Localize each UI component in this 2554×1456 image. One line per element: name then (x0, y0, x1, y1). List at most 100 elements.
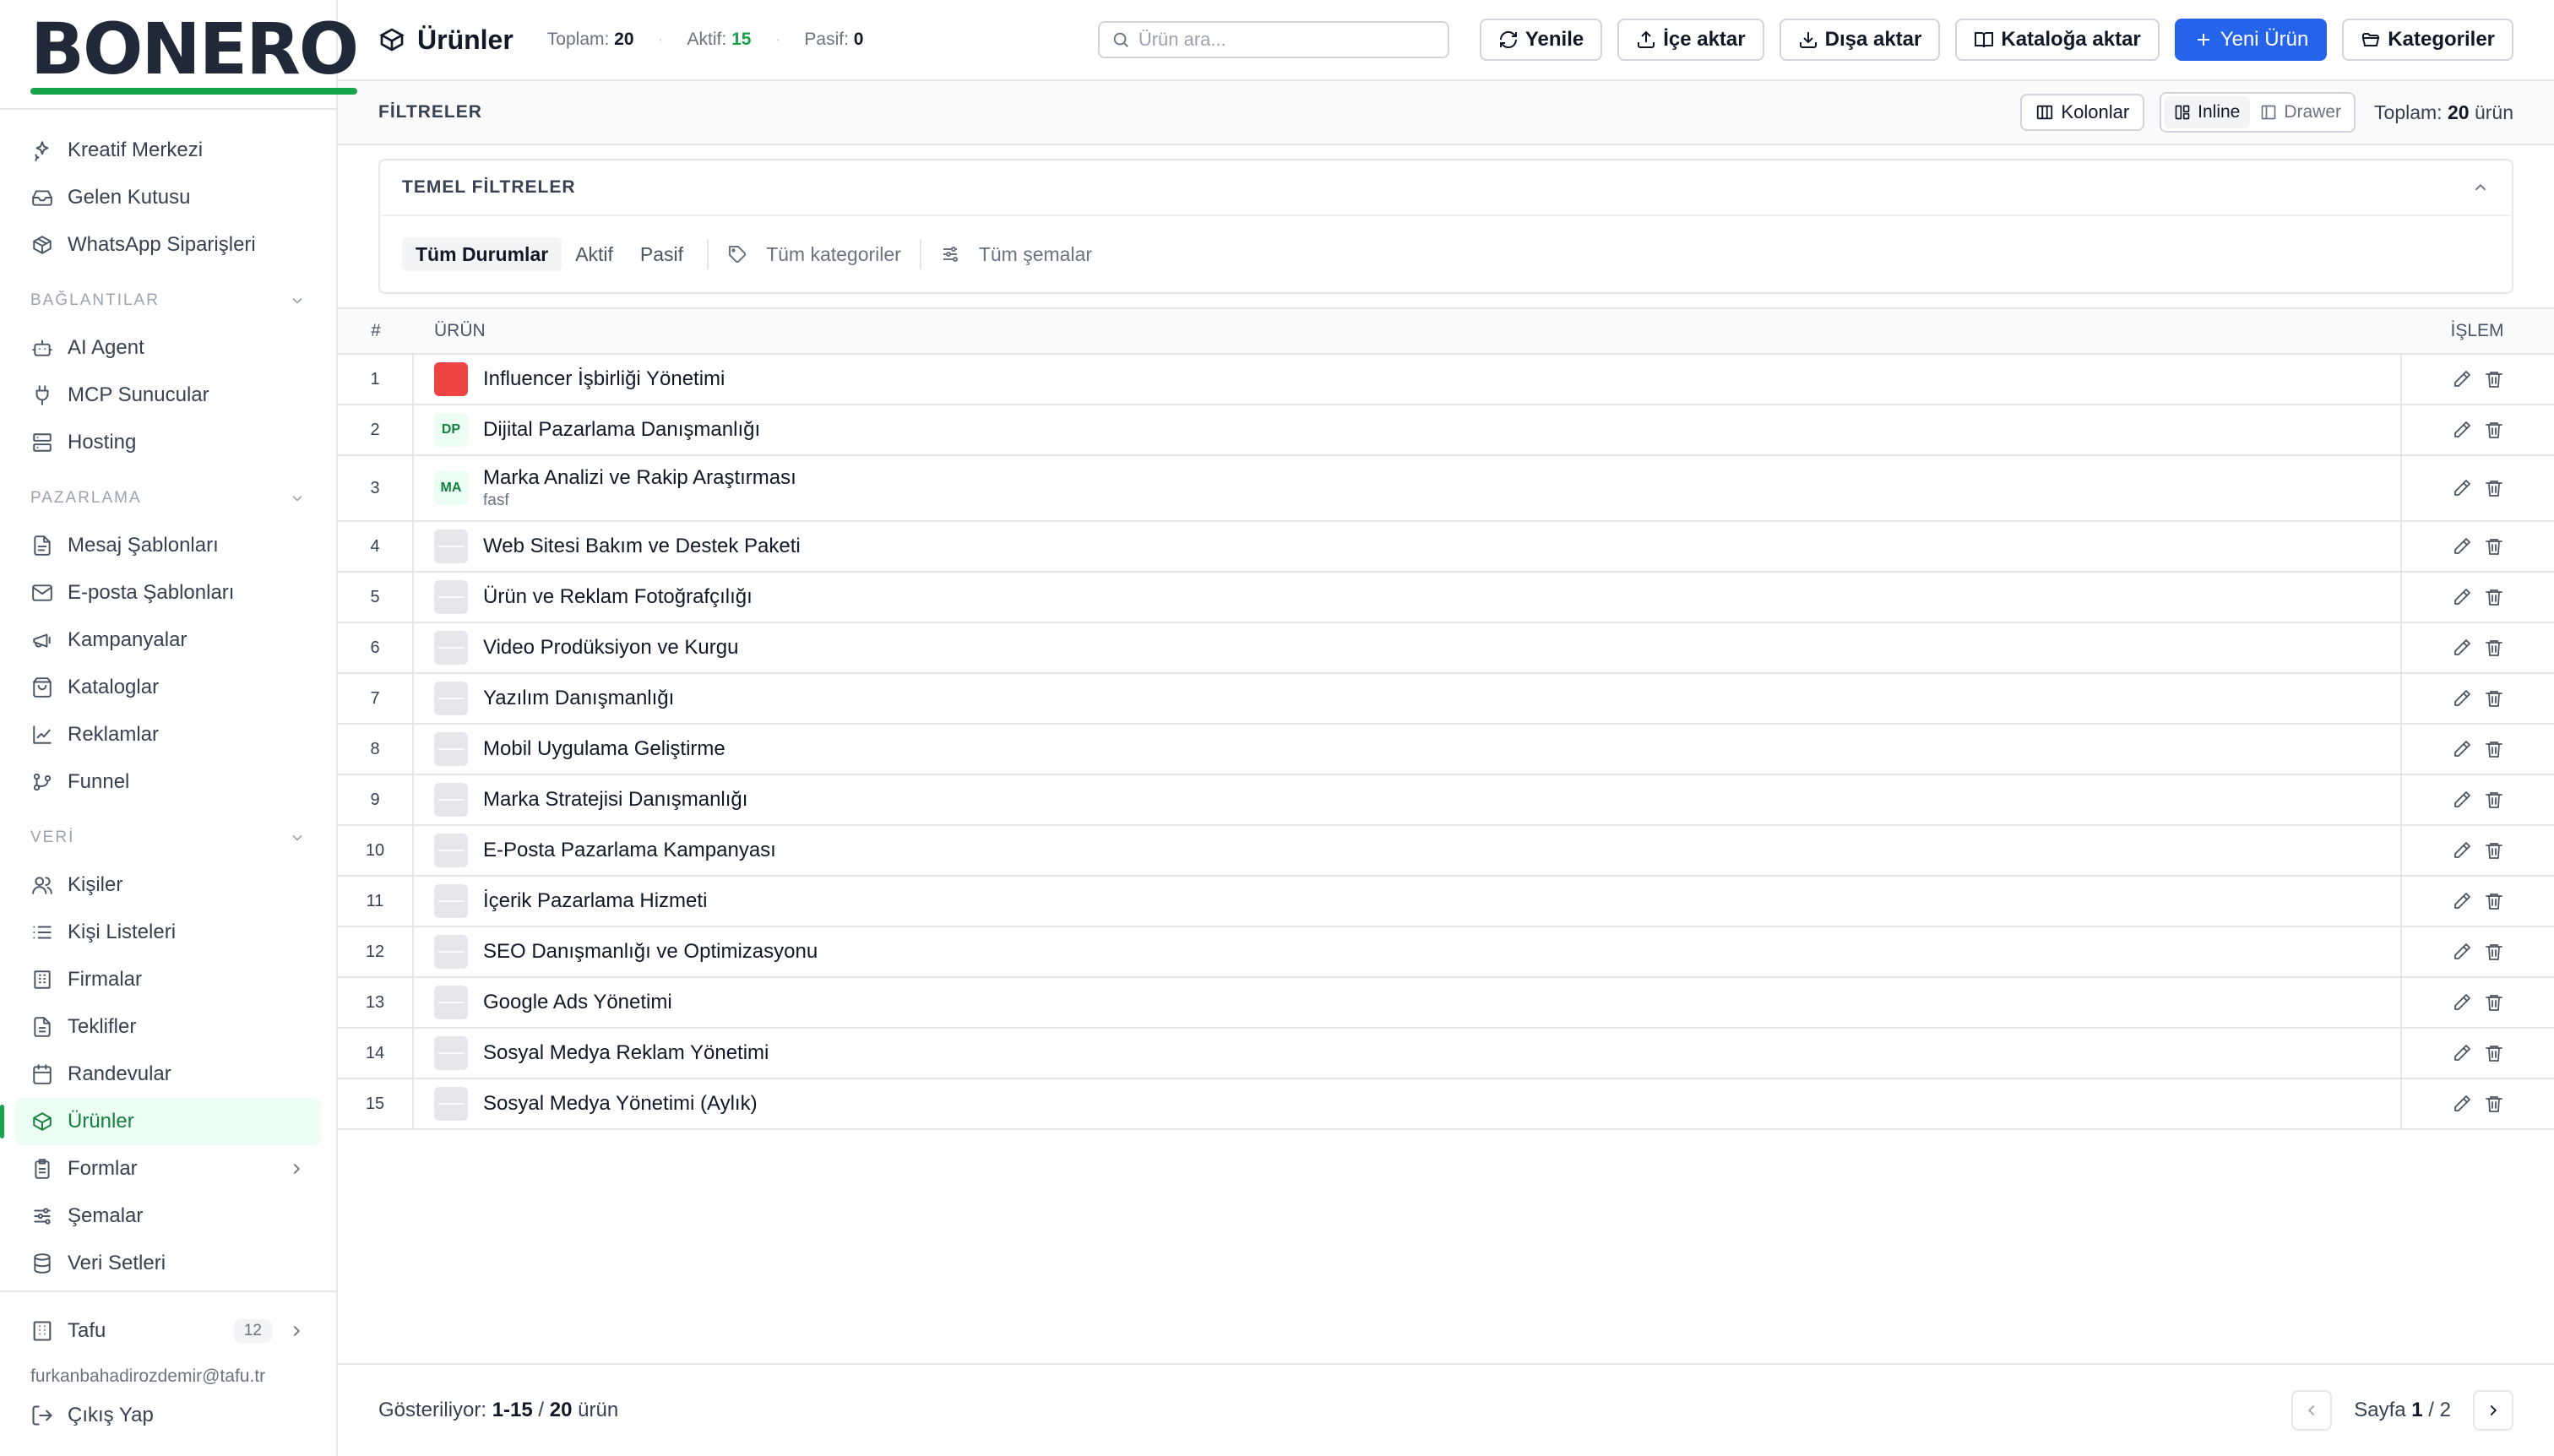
edit-icon[interactable] (2452, 587, 2472, 607)
sidebar-item-e-posta-sablonlari[interactable]: E-posta Şablonları (15, 569, 321, 617)
sidebar-item-kataloglar[interactable]: Kataloglar (15, 664, 321, 711)
product-name[interactable]: Web Sitesi Bakım ve Destek Paketi (483, 535, 801, 558)
trash-icon[interactable] (2484, 688, 2504, 709)
sidebar-item-gelen-kutusu[interactable]: Gelen Kutusu (15, 174, 321, 221)
table-row[interactable]: 6 Video Prodüksiyon ve Kurgu (338, 623, 2554, 674)
product-name[interactable]: Dijital Pazarlama Danışmanlığı (483, 418, 760, 442)
import-button[interactable]: İçe aktar (1617, 19, 1764, 61)
table-row[interactable]: 13 Google Ads Yönetimi (338, 978, 2554, 1029)
table-row[interactable]: 4 Web Sitesi Bakım ve Destek Paketi (338, 522, 2554, 573)
table-row[interactable]: 3 MA Marka Analizi ve Rakip Araştırması fas… (338, 456, 2554, 522)
product-name[interactable]: Sosyal Medya Yönetimi (Aylık) (483, 1092, 758, 1116)
product-cell[interactable]: SEO Danışmanlığı ve Optimizasyonu (414, 935, 2400, 969)
sidebar-item-mcp-sunucular[interactable]: MCP Sunucular (15, 372, 321, 419)
prev-page-button[interactable] (2291, 1390, 2333, 1431)
trash-icon[interactable] (2484, 478, 2504, 498)
column-header-number[interactable]: # (338, 321, 414, 341)
product-cell[interactable]: Sosyal Medya Yönetimi (Aylık) (414, 1087, 2400, 1121)
trash-icon[interactable] (2484, 739, 2504, 759)
trash-icon[interactable] (2484, 1094, 2504, 1114)
sidebar-item-teklifler[interactable]: Teklifler (15, 1003, 321, 1051)
drawer-mode-button[interactable]: Drawer (2250, 96, 2351, 128)
trash-icon[interactable] (2484, 420, 2504, 440)
sidebar-item-makaleler[interactable]: Makaleler (15, 1287, 321, 1290)
product-name[interactable]: Influencer İşbirliği Yönetimi (483, 367, 725, 391)
product-cell[interactable]: Influencer İşbirliği Yönetimi (414, 362, 2400, 396)
product-cell[interactable]: Web Sitesi Bakım ve Destek Paketi (414, 530, 2400, 563)
edit-icon[interactable] (2452, 992, 2472, 1013)
product-name[interactable]: SEO Danışmanlığı ve Optimizasyonu (483, 940, 818, 964)
sidebar-item-ai-agent[interactable]: AI Agent (15, 324, 321, 372)
sidebar-item-semalar[interactable]: Şemalar (15, 1193, 321, 1240)
status-filter-all[interactable]: Tüm Durumlar (402, 237, 562, 271)
product-name[interactable]: Video Prodüksiyon ve Kurgu (483, 636, 738, 660)
table-row[interactable]: 7 Yazılım Danışmanlığı (338, 674, 2554, 725)
product-cell[interactable]: İçerik Pazarlama Hizmeti (414, 884, 2400, 918)
sidebar-item-kreatif-merkezi[interactable]: Kreatif Merkezi (15, 127, 321, 174)
table-row[interactable]: 11 İçerik Pazarlama Hizmeti (338, 877, 2554, 927)
table-row[interactable]: 10 E-Posta Pazarlama Kampanyası (338, 826, 2554, 877)
status-filter-active[interactable]: Aktif (562, 237, 627, 271)
product-cell[interactable]: DP Dijital Pazarlama Danışmanlığı (414, 413, 2400, 447)
edit-icon[interactable] (2452, 1094, 2472, 1114)
table-row[interactable]: 9 Marka Stratejisi Danışmanlığı (338, 775, 2554, 826)
trash-icon[interactable] (2484, 1043, 2504, 1063)
export-to-catalog-button[interactable]: Kataloğa aktar (1955, 19, 2160, 61)
table-row[interactable]: 15 Sosyal Medya Yönetimi (Aylık) (338, 1079, 2554, 1130)
product-name[interactable]: E-Posta Pazarlama Kampanyası (483, 839, 776, 862)
trash-icon[interactable] (2484, 536, 2504, 557)
categories-button[interactable]: Kategoriler (2342, 19, 2513, 61)
product-cell[interactable]: Mobil Uygulama Geliştirme (414, 732, 2400, 766)
trash-icon[interactable] (2484, 840, 2504, 861)
product-cell[interactable]: Yazılım Danışmanlığı (414, 682, 2400, 715)
product-name[interactable]: Marka Analizi ve Rakip Araştırması (483, 466, 796, 490)
edit-icon[interactable] (2452, 891, 2472, 911)
workspace-switcher[interactable]: Tafu 12 (15, 1307, 321, 1355)
edit-icon[interactable] (2452, 840, 2472, 861)
edit-icon[interactable] (2452, 420, 2472, 440)
trash-icon[interactable] (2484, 790, 2504, 810)
product-cell[interactable]: E-Posta Pazarlama Kampanyası (414, 834, 2400, 867)
edit-icon[interactable] (2452, 739, 2472, 759)
product-cell[interactable]: Sosyal Medya Reklam Yönetimi (414, 1036, 2400, 1070)
edit-icon[interactable] (2452, 536, 2472, 557)
trash-icon[interactable] (2484, 942, 2504, 962)
edit-icon[interactable] (2452, 688, 2472, 709)
sidebar-item-veri-setleri[interactable]: Veri Setleri (15, 1240, 321, 1287)
product-cell[interactable]: Google Ads Yönetimi (414, 986, 2400, 1019)
sidebar-item-firmalar[interactable]: Firmalar (15, 956, 321, 1003)
product-name[interactable]: İçerik Pazarlama Hizmeti (483, 889, 707, 913)
trash-icon[interactable] (2484, 369, 2504, 389)
sidebar-section-veri[interactable]: VERİ (15, 814, 321, 861)
column-header-product[interactable]: ÜRÜN (414, 321, 2400, 341)
sidebar-item-whatsapp-siparisleri[interactable]: WhatsApp Siparişleri (15, 221, 321, 269)
table-row[interactable]: 1 Influencer İşbirliği Yönetimi (338, 355, 2554, 405)
sidebar-section-baglantilar[interactable]: BAĞLANTILAR (15, 277, 321, 324)
refresh-button[interactable]: Yenile (1479, 19, 1603, 61)
sidebar-item-kisi-listeleri[interactable]: Kişi Listeleri (15, 909, 321, 956)
table-row[interactable]: 5 Ürün ve Reklam Fotoğrafçılığı (338, 573, 2554, 623)
brand-logo[interactable]: BONERO (0, 0, 359, 110)
product-name[interactable]: Yazılım Danışmanlığı (483, 687, 674, 710)
sidebar-item-mesaj-sablonlari[interactable]: Mesaj Şablonları (15, 522, 321, 569)
edit-icon[interactable] (2452, 790, 2472, 810)
edit-icon[interactable] (2452, 478, 2472, 498)
search-input[interactable] (1138, 29, 1436, 51)
status-filter-passive[interactable]: Pasif (627, 237, 697, 271)
product-cell[interactable]: Marka Stratejisi Danışmanlığı (414, 783, 2400, 817)
edit-icon[interactable] (2452, 369, 2472, 389)
edit-icon[interactable] (2452, 1043, 2472, 1063)
schema-filter[interactable]: Tüm şemalar (932, 243, 1100, 266)
trash-icon[interactable] (2484, 891, 2504, 911)
product-name[interactable]: Google Ads Yönetimi (483, 991, 672, 1014)
table-row[interactable]: 2 DP Dijital Pazarlama Danışmanlığı (338, 405, 2554, 456)
sidebar-section-pazarlama[interactable]: PAZARLAMA (15, 475, 321, 522)
chevron-up-icon[interactable] (2471, 178, 2490, 197)
category-filter[interactable]: Tüm kategoriler (719, 243, 910, 266)
new-product-button[interactable]: Yeni Ürün (2174, 19, 2328, 61)
trash-icon[interactable] (2484, 638, 2504, 658)
table-row[interactable]: 8 Mobil Uygulama Geliştirme (338, 725, 2554, 775)
sidebar-item-urunler[interactable]: Ürünler (0, 1098, 321, 1145)
sidebar-item-hosting[interactable]: Hosting (15, 419, 321, 466)
product-cell[interactable]: Ürün ve Reklam Fotoğrafçılığı (414, 580, 2400, 614)
